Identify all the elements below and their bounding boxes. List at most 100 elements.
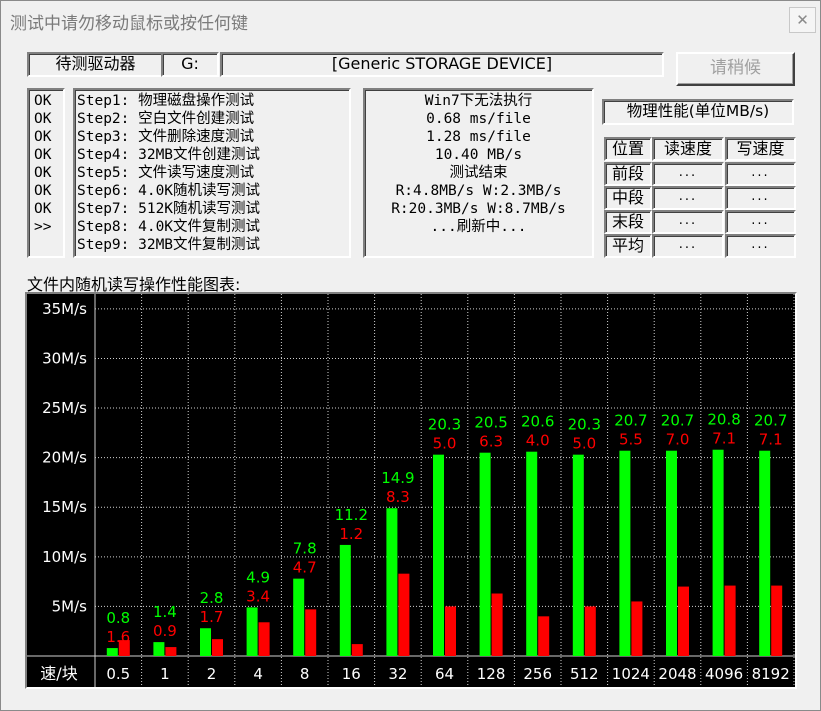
x-tick-label: 4096	[705, 665, 743, 683]
header-write: 写速度	[725, 137, 796, 161]
header-position: 位置	[604, 137, 652, 161]
bar-write-label: 7.1	[759, 431, 783, 449]
result-item: R:4.8MB/s W:2.3MB/s	[395, 183, 562, 199]
results-list: Win7下无法执行 0.68 ms/file 1.28 ms/file 10.40 M…	[363, 88, 594, 258]
x-tick-label: 128	[477, 665, 506, 683]
result-item: R:20.3MB/s W:8.7MB/s	[391, 201, 566, 217]
bar-read	[386, 508, 398, 656]
bar-read-label: 0.8	[106, 609, 130, 627]
bar-write-label: 4.7	[293, 559, 317, 577]
x-tick-label: 32	[388, 665, 407, 683]
bar-write	[398, 573, 410, 656]
status-item: OK	[34, 111, 52, 127]
bar-write	[584, 606, 596, 656]
y-tick-label: 15M/s	[42, 498, 87, 516]
bar-write-label: 4.0	[526, 432, 550, 450]
step-item: Step5: 文件读写速度测试	[77, 165, 255, 181]
y-tick-label: 30M/s	[42, 349, 87, 367]
row-read-value: ...	[652, 234, 724, 258]
bar-write-label: 8.3	[386, 488, 410, 506]
header-read-text: 读速度	[663, 139, 712, 158]
y-tick-label: 20M/s	[42, 449, 87, 467]
bar-write	[258, 622, 270, 656]
bar-read	[712, 449, 724, 656]
x-tick-label: 16	[342, 665, 361, 683]
bar-read-label: 20.6	[521, 413, 554, 431]
bar-write-label: 1.6	[106, 628, 130, 646]
x-tick-label: 64	[435, 665, 454, 683]
bar-write-label: 5.5	[619, 431, 643, 449]
step-item: Step4: 32MB文件创建测试	[77, 147, 261, 163]
drive-letter: G:	[181, 54, 199, 73]
y-tick-label: 25M/s	[42, 399, 87, 417]
wait-button-label: 请稍候	[710, 58, 761, 78]
title-bar: 测试中请勿移动鼠标或按任何键 ✕	[1, 1, 820, 39]
status-item: >>	[34, 219, 52, 235]
performance-chart: 5M/s 10M/s 15M/s 20M/s 25M/s 30M/s 35M/s 速/块 0.8…	[25, 292, 797, 689]
result-item: 10.40 MB/s	[434, 147, 523, 163]
bar-read	[339, 544, 351, 656]
row-label: 中段	[604, 186, 652, 210]
bar-read-label: 14.9	[381, 469, 414, 487]
bar-read-label: 20.7	[661, 412, 694, 430]
bar-read-label: 11.2	[335, 506, 368, 524]
row-write-value: ...	[725, 162, 796, 186]
drive-label-box: 待测驱动器	[27, 52, 164, 77]
bar-write-label: 3.4	[246, 587, 270, 605]
bar-write	[445, 606, 456, 656]
window-title: 测试中请勿移动鼠标或按任何键	[10, 14, 248, 34]
bar-read-label: 4.9	[246, 568, 270, 586]
x-tick-label: 256	[523, 665, 552, 683]
header-read: 读速度	[652, 137, 724, 161]
bar-read	[526, 451, 538, 656]
x-tick-label: 4	[253, 665, 263, 683]
row-label: 前段	[604, 162, 652, 186]
row-label: 平均	[604, 234, 652, 258]
row-write-value: ...	[725, 210, 796, 234]
drive-name: [Generic STORAGE DEVICE]	[331, 54, 553, 73]
bar-read	[759, 450, 771, 656]
bar-read	[666, 450, 677, 656]
row-label: 末段	[604, 210, 652, 234]
bar-read-label: 20.3	[428, 416, 461, 434]
bar-write-label: 5.0	[433, 435, 457, 453]
x-tick-label: 8192	[752, 665, 790, 683]
status-list: OK OK OK OK OK OK OK >>	[27, 88, 65, 258]
wait-button[interactable]: 请稍候	[676, 52, 795, 86]
bar-read-label: 2.8	[200, 589, 224, 607]
bar-write	[771, 585, 783, 656]
result-item: ...刷新中...	[430, 219, 527, 235]
status-item: OK	[34, 183, 52, 199]
x-tick-label: 512	[570, 665, 599, 683]
x-tick-label: 1	[160, 665, 170, 683]
physical-title-text: 物理性能(单位MB/s)	[626, 102, 770, 120]
x-tick-label: 0.5	[106, 665, 130, 683]
result-item: 0.68 ms/file	[426, 111, 531, 127]
x-tick-label: 8	[300, 665, 310, 683]
bar-write	[678, 586, 689, 656]
header-position-text: 位置	[611, 139, 644, 158]
app-window: 测试中请勿移动鼠标或按任何键 ✕ 待测驱动器 G: [Generic STORA…	[0, 0, 821, 711]
bar-read	[246, 607, 258, 656]
bar-write-label: 1.7	[200, 608, 224, 626]
bar-read	[433, 454, 444, 656]
x-tick-label: 2048	[658, 665, 696, 683]
close-button[interactable]: ✕	[789, 7, 816, 33]
status-item: OK	[34, 93, 52, 109]
drive-name-box: [Generic STORAGE DEVICE]	[220, 52, 664, 77]
header-write-text: 写速度	[736, 139, 785, 158]
y-tick-label: 10M/s	[42, 548, 87, 566]
status-item: OK	[34, 201, 52, 217]
step-item: Step9: 32MB文件复制测试	[77, 237, 261, 253]
y-tick-label: 5M/s	[52, 597, 88, 615]
bar-write	[491, 593, 503, 656]
y-tick-label: 35M/s	[42, 300, 87, 318]
bar-write	[538, 616, 550, 656]
bar-read-label: 20.7	[614, 412, 647, 430]
bar-write-label: 5.0	[572, 435, 596, 453]
result-item: 测试结束	[449, 165, 508, 181]
close-icon: ✕	[796, 11, 809, 29]
chart-svg: 5M/s 10M/s 15M/s 20M/s 25M/s 30M/s 35M/s 速/块 0.8…	[27, 294, 795, 687]
x-tick-label: 2	[207, 665, 217, 683]
bar-read-label: 20.3	[568, 416, 601, 434]
